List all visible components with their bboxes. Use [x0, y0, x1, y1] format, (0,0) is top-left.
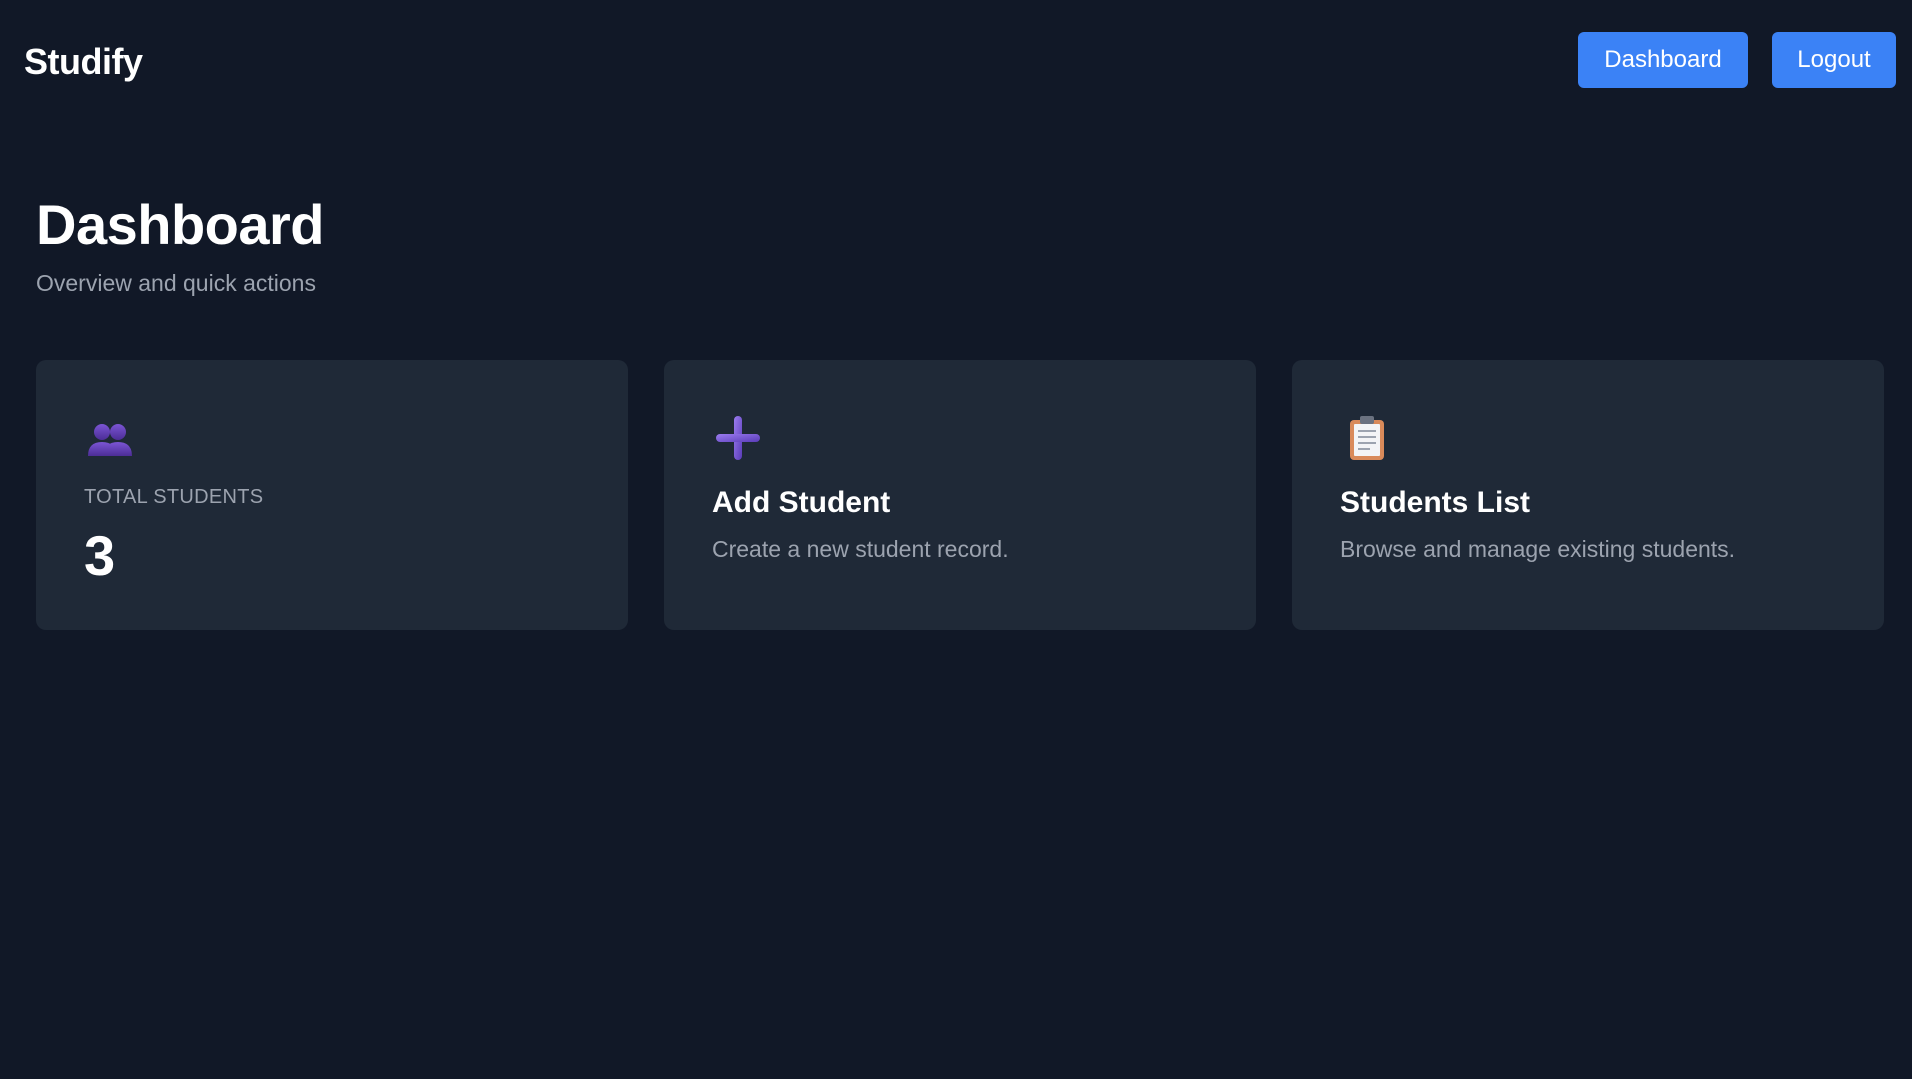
users-icon [84, 412, 136, 464]
total-students-card: TOTAL STUDENTS 3 [36, 360, 628, 630]
page-header: Dashboard Overview and quick actions [36, 192, 325, 298]
dashboard-cards: TOTAL STUDENTS 3 Add Student Create a ne… [36, 360, 1884, 630]
navbar: Studify Dashboard Logout [0, 0, 1912, 120]
add-student-title: Add Student [712, 486, 891, 519]
page-title: Dashboard [36, 193, 325, 256]
students-list-description: Browse and manage existing students. [1340, 536, 1736, 562]
add-student-description: Create a new student record. [712, 536, 1009, 562]
add-student-card[interactable]: Add Student Create a new student record. [664, 360, 1256, 630]
logout-button[interactable]: Logout [1772, 32, 1896, 88]
clipboard-icon [1340, 412, 1392, 464]
dashboard-button[interactable]: Dashboard [1578, 32, 1748, 88]
total-students-value: 3 [84, 524, 116, 587]
plus-icon [712, 412, 764, 464]
page-subtitle: Overview and quick actions [36, 270, 316, 296]
brand-logo[interactable]: Studify [24, 40, 143, 84]
total-students-label: TOTAL STUDENTS [84, 486, 264, 508]
nav-actions: Dashboard Logout [1578, 32, 1896, 88]
students-list-card[interactable]: Students List Browse and manage existing… [1292, 360, 1884, 630]
students-list-title: Students List [1340, 486, 1531, 519]
